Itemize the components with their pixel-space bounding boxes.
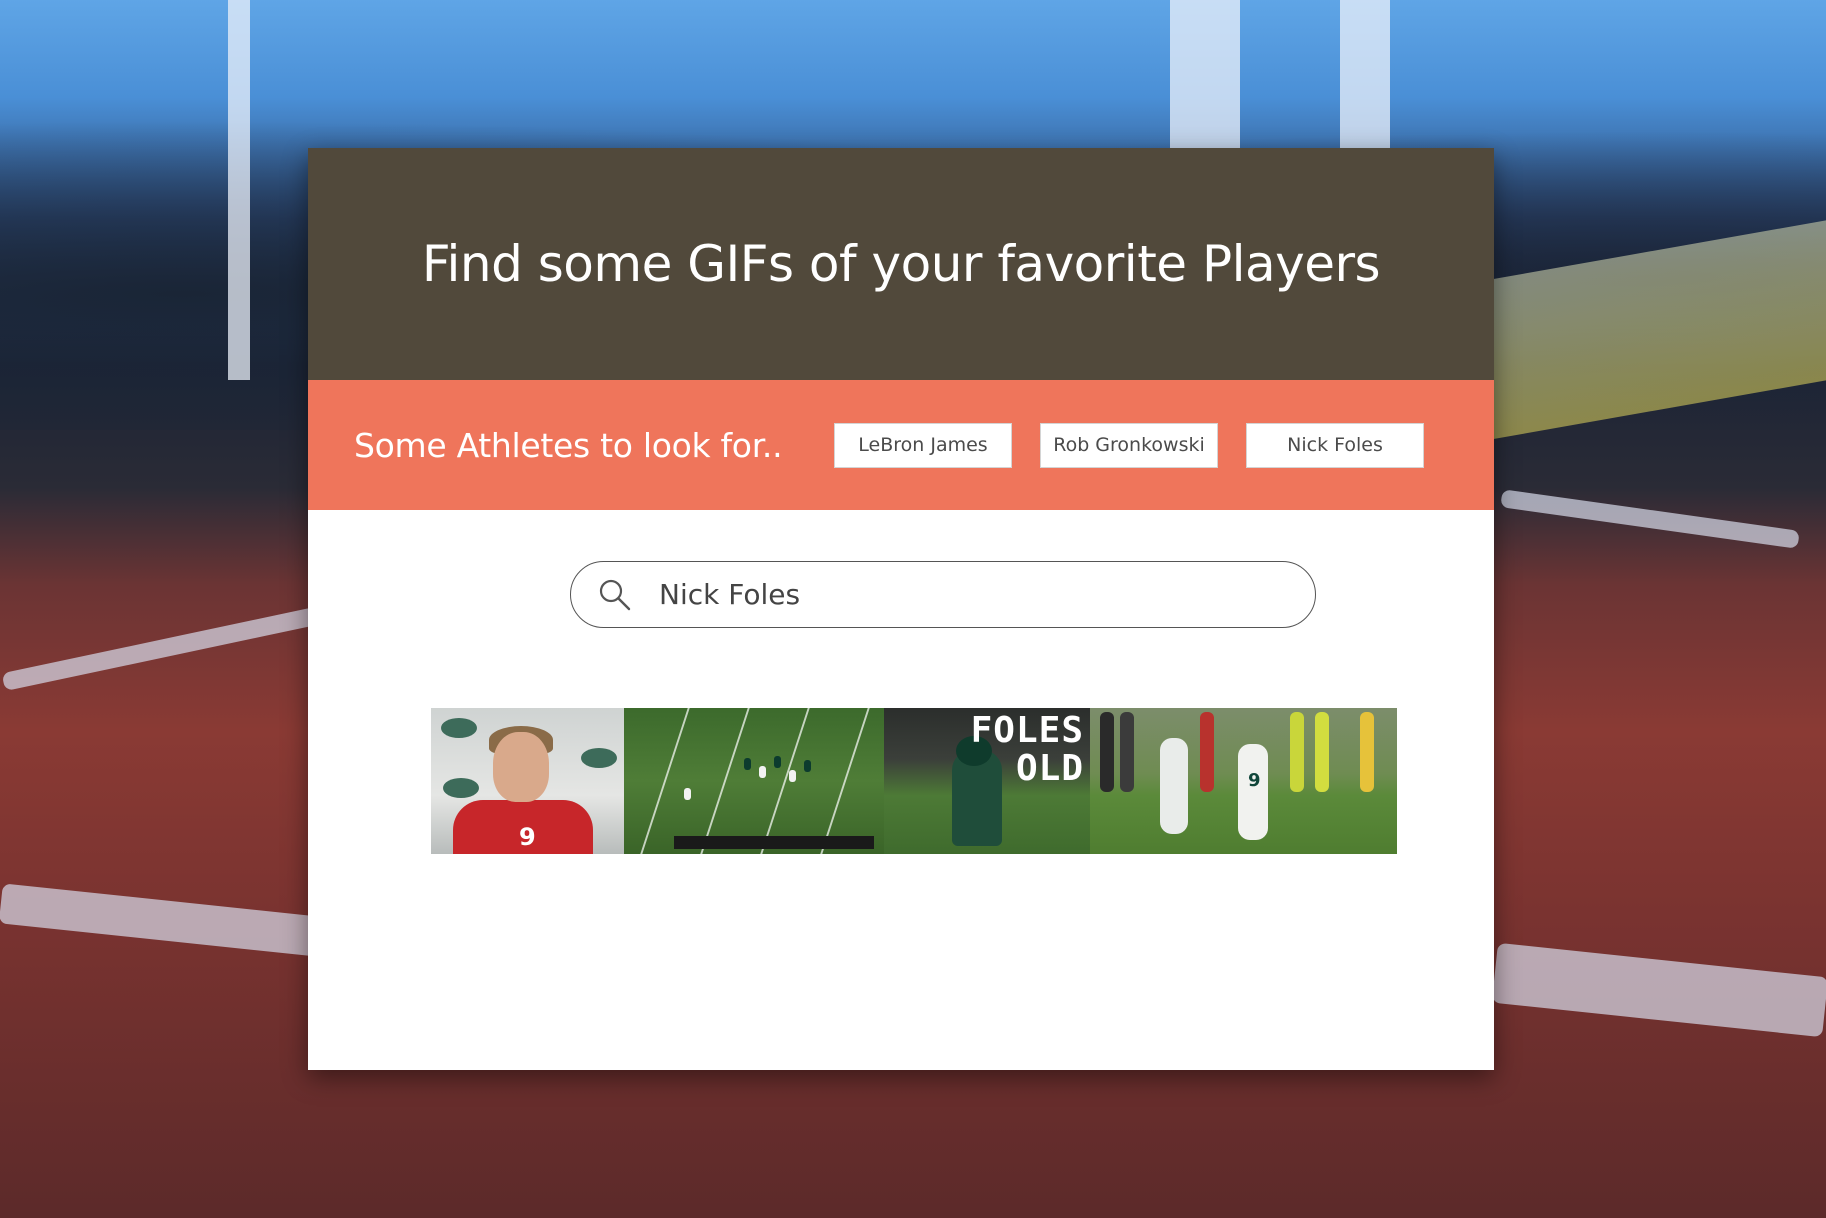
gif-overlay-text-line-2: OLD xyxy=(1015,748,1084,789)
player-head xyxy=(493,732,549,802)
sideline-person xyxy=(1120,712,1134,792)
yard-line xyxy=(640,708,690,854)
yard-line xyxy=(700,708,750,854)
background-light-pole xyxy=(1170,0,1240,150)
player-figure xyxy=(1160,738,1188,834)
gif-result-field-play[interactable] xyxy=(624,708,884,854)
background-track-lane xyxy=(1,606,319,692)
yard-line xyxy=(760,708,810,854)
background-light-pole xyxy=(1340,0,1390,150)
yard-line xyxy=(820,708,870,854)
gif-result-sideline[interactable]: 9 xyxy=(1090,708,1397,854)
player-marker xyxy=(744,758,751,770)
header: Find some GIFs of your favorite Players xyxy=(308,148,1494,380)
sideline-person xyxy=(1100,712,1114,792)
sideline-person xyxy=(1315,712,1329,792)
gif-result-foles-graphic[interactable]: FOLES OLD xyxy=(884,708,1090,854)
gif-results: 9 FOLES OLD 9 xyxy=(431,708,1397,854)
sideline-person xyxy=(1200,712,1214,792)
scoreboard-bar xyxy=(674,836,874,849)
background-track-lane xyxy=(1491,942,1826,1038)
eagles-logo xyxy=(443,778,479,798)
player-marker xyxy=(759,766,766,778)
search-input[interactable] xyxy=(657,577,1261,612)
suggestions-label: Some Athletes to look for.. xyxy=(354,425,783,465)
page-background: Find some GIFs of your favorite Players … xyxy=(0,0,1826,1218)
app-card: Find some GIFs of your favorite Players … xyxy=(308,148,1494,1070)
jersey-number: 9 xyxy=(1248,770,1261,791)
background-light-pole xyxy=(228,0,250,380)
player-marker xyxy=(684,788,691,800)
athlete-chip-nick-foles[interactable]: Nick Foles xyxy=(1246,422,1424,468)
suggestions-bar: Some Athletes to look for.. LeBron James… xyxy=(308,380,1494,510)
gif-overlay-text-line-1: FOLES xyxy=(970,710,1084,751)
background-track-lane xyxy=(1500,489,1800,549)
gif-result-press-conference[interactable]: 9 xyxy=(431,708,624,854)
jersey-number: 9 xyxy=(519,823,536,851)
sideline-person xyxy=(1360,712,1374,792)
background-track-lane xyxy=(0,883,322,957)
search-bar[interactable] xyxy=(570,561,1316,628)
search-icon xyxy=(599,579,631,610)
athlete-chip-lebron-james[interactable]: LeBron James xyxy=(834,422,1012,468)
eagles-logo xyxy=(441,718,477,738)
sideline-person xyxy=(1290,712,1304,792)
eagles-logo xyxy=(581,748,617,768)
page-title: Find some GIFs of your favorite Players xyxy=(421,235,1381,293)
player-figure xyxy=(1238,744,1268,840)
athlete-chip-rob-gronkowski[interactable]: Rob Gronkowski xyxy=(1040,422,1218,468)
player-marker xyxy=(789,770,796,782)
player-marker xyxy=(804,760,811,772)
player-marker xyxy=(774,756,781,768)
